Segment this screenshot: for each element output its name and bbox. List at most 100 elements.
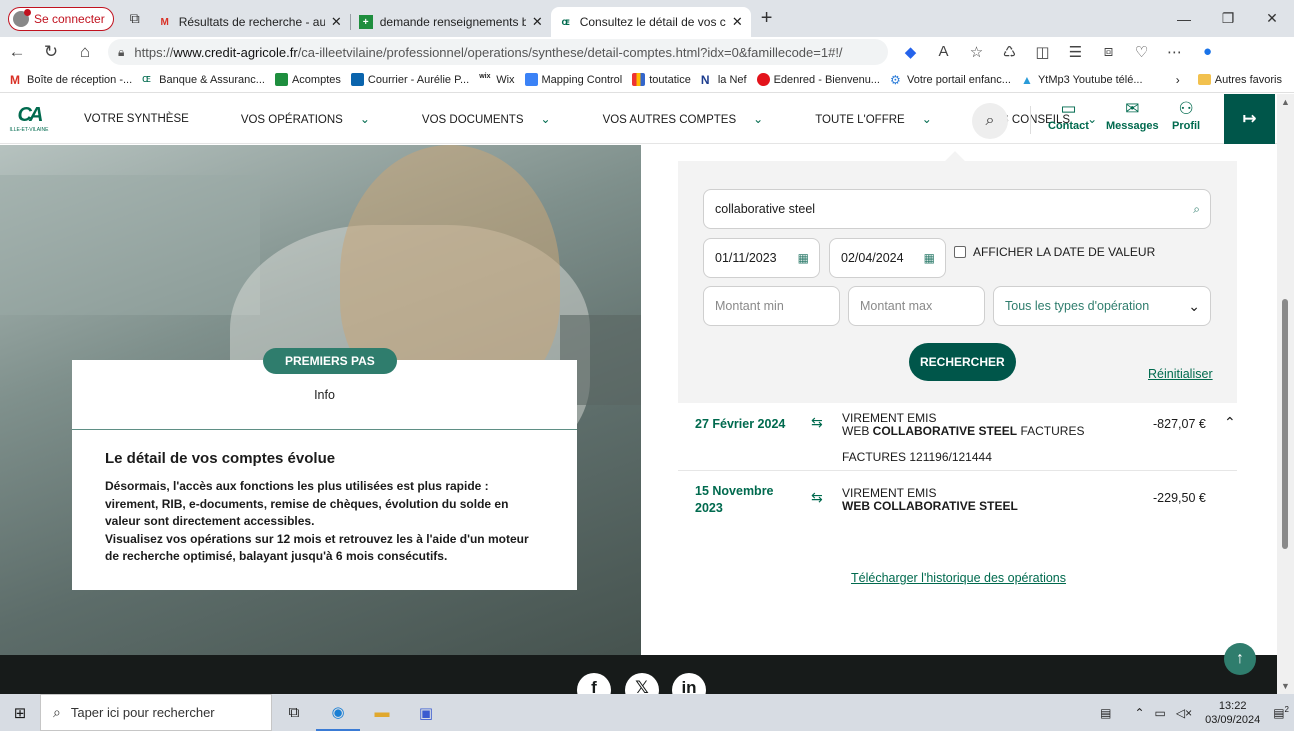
operation-label: VIREMENT EMIS WEB COLLABORATIVE STEEL [842, 486, 1018, 513]
bookmark-item[interactable]: Edenred - Bienvenu... [756, 73, 880, 86]
favorite-star-icon[interactable]: ☆ [960, 43, 993, 61]
bookmark-item[interactable]: ▲ YtMp3 Youtube télé... [1021, 73, 1143, 87]
restore-icon[interactable]: ❐ [1206, 0, 1250, 37]
task-view-icon[interactable]: ⧉ [272, 694, 316, 731]
search-input[interactable]: collaborative steel ⌕ [703, 189, 1211, 229]
operation-row[interactable]: 27 Février 2024 ⇆ VIREMENT EMIS WEB COLL… [678, 403, 1237, 471]
value-date-checkbox[interactable]: AFFICHER LA DATE DE VALEUR [954, 245, 1155, 259]
edge-icon[interactable]: ◉ [316, 694, 360, 731]
scroll-down-icon: ▼ [1281, 681, 1290, 691]
back-icon[interactable]: ← [0, 42, 34, 62]
operation-row[interactable]: 15 Novembre 2023 ⇆ VIREMENT EMIS WEB COL… [678, 471, 1237, 531]
volume-icon[interactable]: ◁× [1176, 706, 1192, 720]
page-scrollbar[interactable]: ▲ ▼ [1277, 94, 1294, 694]
linkedin-icon[interactable]: in [672, 673, 706, 694]
app-icon[interactable]: ▣ [404, 694, 448, 731]
user-icon: ⚇ [1178, 99, 1194, 118]
collections-icon[interactable]: ⧈ [1092, 43, 1125, 61]
news-icon[interactable]: ▤ [1100, 706, 1111, 720]
rechercher-button[interactable]: RECHERCHER [909, 343, 1016, 381]
close-tab-icon[interactable]: ✕ [732, 14, 743, 30]
card-title: Le détail de vos comptes évolue [105, 450, 336, 467]
bookmark-item[interactable]: Nla Nef [700, 73, 747, 87]
network-icon[interactable]: ▭ [1155, 706, 1166, 720]
file-explorer-icon[interactable]: ▬ [360, 694, 404, 731]
operation-date: 15 Novembre 2023 [695, 484, 774, 515]
new-tab-button[interactable]: + [761, 7, 773, 30]
url-field[interactable]: 🔒︎ https://www.credit-agricole.fr/ca-ill… [108, 39, 888, 65]
bookmark-item[interactable]: Courrier - Aurélie P... [350, 73, 469, 86]
extension-icon[interactable]: ◆ [894, 43, 927, 61]
outlook-icon: + [358, 15, 373, 29]
calendar-icon: ▦ [797, 251, 809, 265]
copilot-icon[interactable]: ♺ [993, 43, 1026, 61]
facebook-icon[interactable]: f [577, 673, 611, 694]
lanef-icon: N [700, 73, 710, 87]
amount-max-field[interactable]: Montant max [848, 286, 985, 326]
site-footer: f 𝕏 in [0, 655, 1277, 694]
refresh-icon[interactable]: ↻ [34, 42, 68, 62]
close-tab-icon[interactable]: ✕ [532, 14, 543, 30]
operation-type-select[interactable]: Tous les types d'opération ⌄ [993, 286, 1211, 326]
tab-title: Consultez le détail de vos compte [579, 15, 726, 29]
menu-documents[interactable]: VOS DOCUMENTS ⌄ [409, 112, 564, 126]
date-from-field[interactable]: 01/11/2023 ▦ [703, 238, 820, 278]
edge-copilot-icon[interactable]: ● [1191, 43, 1224, 61]
menu-operations[interactable]: VOS OPÉRATIONS ⌄ [228, 112, 383, 126]
x-twitter-icon[interactable]: 𝕏 [625, 673, 659, 694]
profil-button[interactable]: ⚇ Profil [1172, 98, 1200, 132]
bookmark-item[interactable]: ɶ Banque & Assuranc... [142, 73, 265, 86]
bookmark-item[interactable]: M Boîte de réception -... [10, 73, 132, 87]
taskbar-search[interactable]: ⌕ Taper ici pour rechercher [40, 694, 272, 731]
contact-button[interactable]: ▭ Contact [1048, 98, 1089, 132]
bookmark-item[interactable]: ⚙ Votre portail enfanc... [889, 73, 1011, 87]
menu-offre[interactable]: TOUTE L'OFFRE ⌄ [802, 112, 945, 126]
read-aloud-icon[interactable]: A [927, 43, 960, 61]
close-tab-icon[interactable]: ✕ [331, 14, 342, 30]
workspaces-icon[interactable]: ⧉ [120, 10, 150, 27]
back-to-top-button[interactable]: ↑ [1224, 643, 1256, 675]
operations-panel: collaborative steel ⌕ 01/11/2023 ▦ 02/04… [641, 145, 1277, 655]
sheets-icon [274, 73, 288, 86]
other-favorites[interactable]: Autres favoris [1215, 74, 1282, 86]
amount-min-field[interactable]: Montant min [703, 286, 840, 326]
reset-link[interactable]: Réinitialiser [1148, 367, 1213, 381]
menu-autres-comptes[interactable]: VOS AUTRES COMPTES ⌄ [590, 112, 777, 126]
menu-synthese[interactable]: VOTRE SYNTHÈSE [71, 113, 202, 125]
home-icon[interactable]: ⌂ [68, 42, 102, 62]
bookmark-item[interactable]: Mapping Control [524, 73, 622, 86]
clock[interactable]: 13:22 03/09/2024 [1205, 699, 1260, 727]
chevron-up-icon[interactable]: ⌃ [1134, 706, 1144, 720]
chevron-down-icon: ⌄ [753, 111, 764, 126]
tab-credit-agricole[interactable]: ɶ Consultez le détail de vos compte ✕ [550, 7, 751, 37]
tab-outlook[interactable]: + demande renseignements bilan 3 ✕ [351, 7, 551, 37]
close-window-icon[interactable]: ✕ [1250, 0, 1294, 37]
performance-icon[interactable]: ♡ [1125, 43, 1158, 61]
windows-start-icon[interactable]: ⊞ [0, 704, 40, 722]
split-screen-icon[interactable]: ◫ [1026, 43, 1059, 61]
transfer-icon: ⇆ [811, 489, 823, 505]
portal-icon: ⚙ [889, 73, 901, 87]
favorites-icon[interactable]: ☰ [1059, 43, 1092, 61]
profile-button[interactable]: Se connecter [8, 6, 114, 31]
bookmark-item[interactable]: toutatice [632, 73, 691, 86]
site-search-button[interactable]: ⌕ [972, 103, 1008, 139]
bookmarks-bar: M Boîte de réception -... ɶ Banque & Assur… [0, 67, 1294, 93]
notifications-icon[interactable]: ▤2 [1273, 705, 1289, 720]
bookmark-item[interactable]: Acomptes [274, 73, 341, 86]
ca-logo[interactable]: CA ILLE-ET-VILAINE [0, 94, 58, 144]
bookmark-item[interactable]: wix Wix [479, 73, 514, 86]
info-card: PREMIERS PAS Info Le détail de vos compt… [72, 348, 577, 590]
date-to-field[interactable]: 02/04/2024 ▦ [829, 238, 946, 278]
operations-list: 27 Février 2024 ⇆ VIREMENT EMIS WEB COLL… [678, 403, 1237, 531]
chevron-up-icon[interactable]: ⌃ [1224, 414, 1236, 431]
search-icon: ⌕ [53, 704, 61, 720]
tab-gmail[interactable]: M Résultats de recherche - aurelie.sa ✕ [150, 7, 350, 37]
download-history-link[interactable]: Télécharger l'historique des opérations [851, 571, 1066, 585]
chevron-right-icon[interactable]: › [1176, 73, 1180, 87]
minimize-icon[interactable]: — [1162, 0, 1206, 37]
messages-button[interactable]: ✉ Messages [1106, 98, 1159, 132]
logout-button[interactable]: ↦ [1224, 94, 1275, 144]
logo-region: ILLE-ET-VILAINE [9, 127, 49, 133]
more-icon[interactable]: ⋯ [1158, 43, 1191, 61]
